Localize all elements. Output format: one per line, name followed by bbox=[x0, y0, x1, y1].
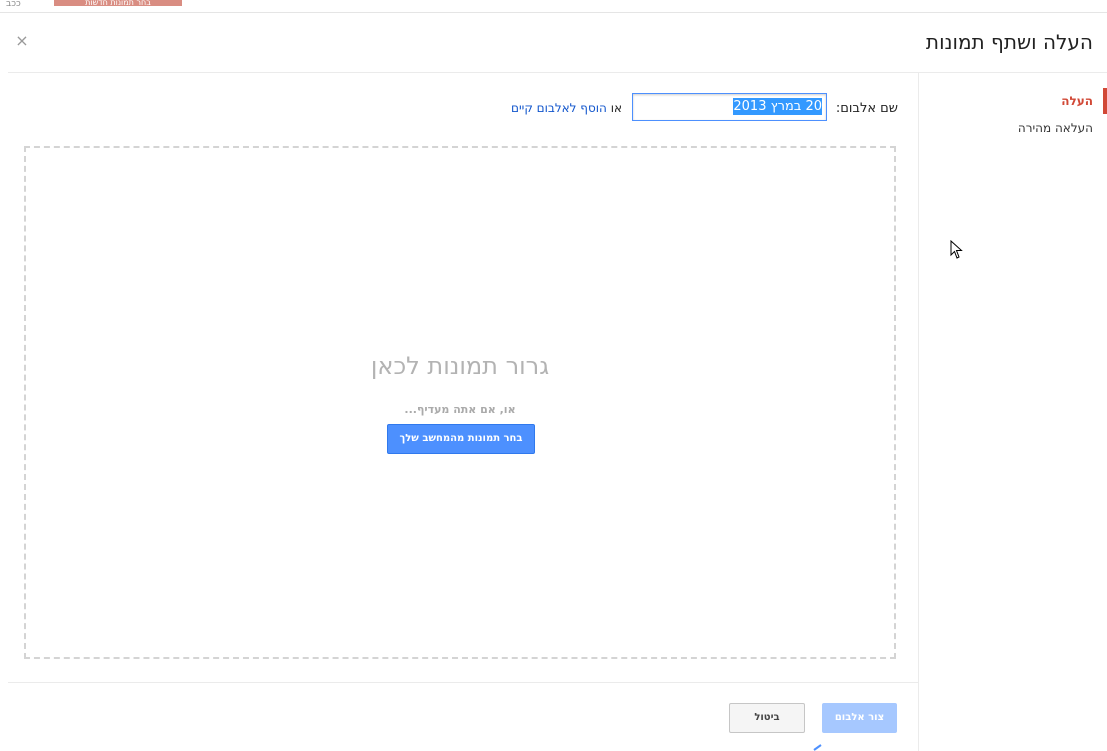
active-nav-marker bbox=[1103, 88, 1107, 114]
close-icon: × bbox=[15, 31, 29, 50]
close-button[interactable]: × bbox=[12, 30, 32, 52]
background-strip-text: ככב bbox=[6, 0, 21, 9]
background-strip-button: בחר תמונות חדשות bbox=[54, 0, 182, 6]
header-divider bbox=[8, 72, 1107, 73]
upload-dialog-screen: ככב בחר תמונות חדשות העלה ושתף תמונות × … bbox=[0, 0, 1107, 751]
album-name-input[interactable]: 20 במרץ 2013 bbox=[632, 93, 827, 121]
mouse-pointer-icon bbox=[950, 240, 963, 259]
or-text: או bbox=[610, 101, 622, 115]
sidebar-item-upload[interactable]: העלה bbox=[1061, 94, 1093, 108]
sidebar-item-quick-upload[interactable]: העלאה מהירה bbox=[1018, 121, 1093, 135]
dialog-title: העלה ושתף תמונות bbox=[925, 30, 1093, 54]
background-page-strip: ככב בחר תמונות חדשות bbox=[0, 0, 1107, 13]
cancel-button[interactable]: ביטול bbox=[729, 703, 805, 733]
add-to-existing-album-link[interactable]: הוסף לאלבום קיים bbox=[511, 101, 607, 115]
footer-divider bbox=[8, 682, 918, 683]
album-name-value: 20 במרץ 2013 bbox=[733, 98, 822, 115]
partial-arrow-icon bbox=[813, 744, 822, 751]
add-to-existing-row: או הוסף לאלבום קיים bbox=[511, 101, 622, 115]
drop-zone-title: גרור תמונות לכאן bbox=[370, 352, 550, 380]
create-album-button[interactable]: צור אלבום bbox=[822, 703, 897, 733]
choose-photos-button[interactable]: בחר תמונות מהמחשב שלך bbox=[387, 424, 535, 454]
album-name-label: שם אלבום: bbox=[835, 101, 898, 116]
drop-zone-subtitle: או, אם אתה מעדיף... bbox=[404, 403, 516, 416]
